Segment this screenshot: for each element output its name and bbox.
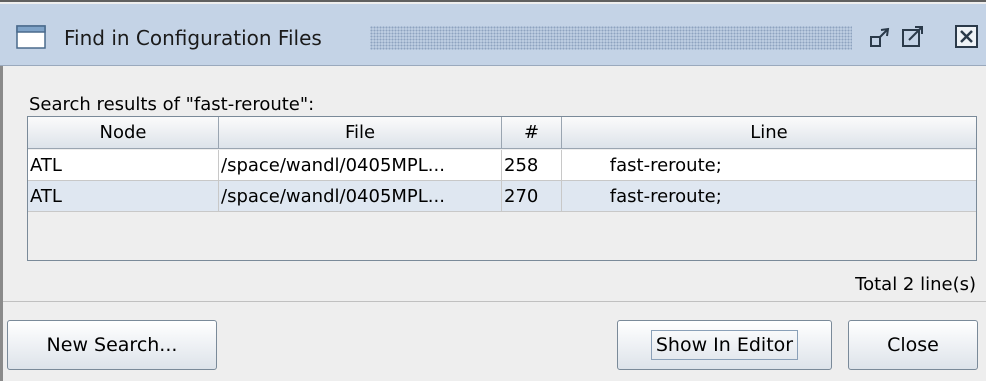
total-lines-status: Total 2 line(s)	[855, 274, 976, 295]
column-header-line[interactable]: Line	[562, 117, 976, 148]
maximize-icon[interactable]	[900, 24, 926, 50]
table-row[interactable]: ATL /space/wandl/0405MPL... 270 fast-rer…	[28, 181, 976, 212]
show-in-editor-button[interactable]: Show In Editor	[617, 320, 832, 370]
minimize-icon[interactable]	[868, 24, 894, 50]
cell-node: ATL	[28, 181, 219, 211]
new-search-button[interactable]: New Search...	[7, 320, 217, 370]
table-header: Node File # Line	[28, 117, 976, 149]
close-icon[interactable]	[954, 24, 980, 50]
window-icon	[16, 25, 46, 49]
close-button[interactable]: Close	[848, 320, 978, 370]
column-header-number[interactable]: #	[502, 117, 562, 148]
results-table: Node File # Line ATL /space/wandl/0405MP…	[27, 116, 977, 261]
cell-number: 258	[502, 150, 562, 180]
column-header-file[interactable]: File	[219, 117, 502, 148]
search-results-label: Search results of "fast-reroute":	[29, 94, 315, 115]
column-header-node[interactable]: Node	[28, 117, 219, 148]
cell-line: fast-reroute;	[564, 155, 722, 176]
title-bar[interactable]: Find in Configuration Files	[0, 4, 986, 66]
window-title: Find in Configuration Files	[64, 26, 322, 50]
show-in-editor-label: Show In Editor	[650, 330, 799, 360]
window-border	[0, 66, 3, 381]
cell-line: fast-reroute;	[564, 186, 722, 207]
cell-number: 270	[502, 181, 562, 211]
title-bar-grip	[370, 26, 852, 50]
find-dialog: Find in Configuration Files Search resul…	[0, 0, 986, 381]
cell-node: ATL	[28, 150, 219, 180]
divider	[3, 301, 986, 302]
cell-file: /space/wandl/0405MPL...	[219, 150, 502, 180]
table-row[interactable]: ATL /space/wandl/0405MPL... 258 fast-rer…	[28, 150, 976, 181]
cell-file: /space/wandl/0405MPL...	[219, 181, 502, 211]
